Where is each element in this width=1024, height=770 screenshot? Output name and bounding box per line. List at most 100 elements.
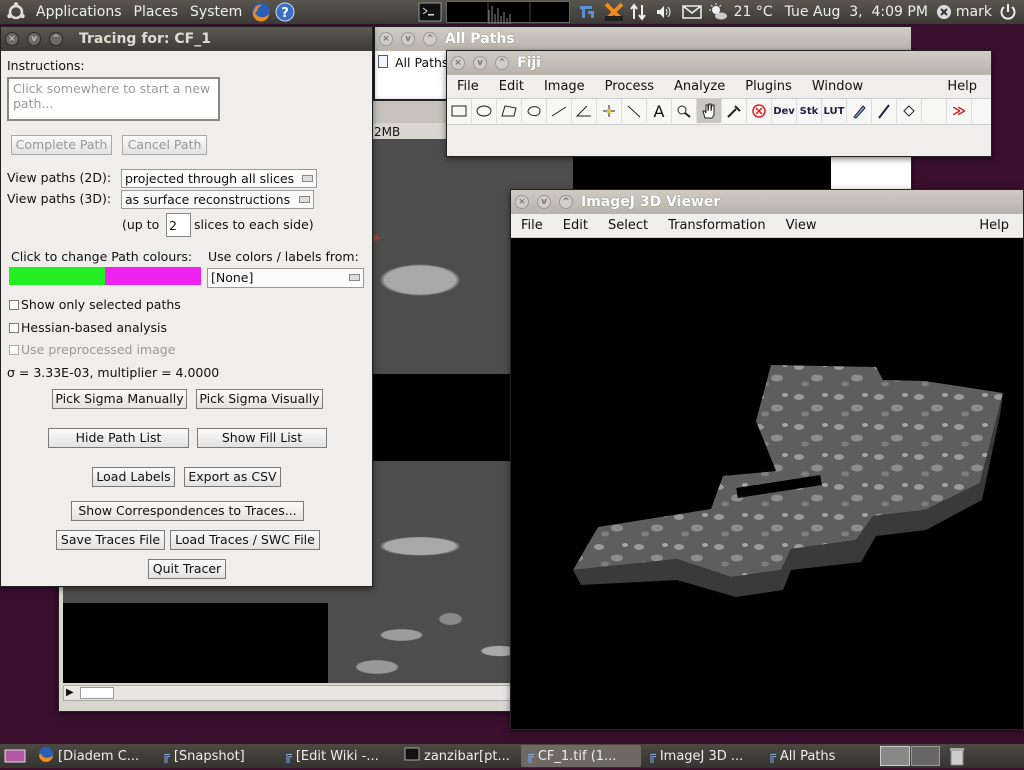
weather-partly-cloudy-icon[interactable] — [708, 2, 728, 22]
taskbar-item-cf1[interactable]: ╔ CF_1.tif (1... — [521, 745, 641, 767]
maximize-icon[interactable]: ^ — [423, 32, 437, 46]
view-2d-select[interactable]: projected through all slices — [121, 169, 317, 188]
minimize-icon[interactable]: v — [473, 56, 487, 70]
taskbar-item-edit-wiki[interactable]: ╔ [Edit Wiki -... — [279, 745, 397, 767]
hessian-checkbox[interactable]: Hessian-based analysis — [9, 320, 167, 335]
show-desktop-icon[interactable] — [4, 747, 28, 765]
use-colors-select[interactable]: [None] — [207, 268, 364, 288]
path-colour-swatch-2[interactable] — [105, 267, 201, 285]
stk-tool-icon[interactable]: Stk — [797, 99, 822, 123]
applications-menu[interactable]: Applications — [30, 4, 128, 20]
ubuntu-logo-icon[interactable] — [6, 2, 26, 22]
maximize-icon[interactable]: ^ — [49, 32, 63, 46]
help-icon[interactable]: ? — [274, 1, 296, 23]
volume-icon[interactable] — [654, 2, 674, 22]
magnifier-tool-icon[interactable] — [672, 99, 697, 123]
viewer-menu-select[interactable]: Select — [598, 218, 658, 233]
clock-label[interactable]: Tue Aug 3, 4:09 PM — [777, 4, 936, 20]
minimize-icon[interactable]: v — [401, 32, 415, 46]
minimize-icon[interactable]: v — [27, 32, 41, 46]
rectangle-tool-icon[interactable] — [447, 99, 472, 123]
viewer-menu-view[interactable]: View — [776, 218, 827, 233]
complete-path-button[interactable]: Complete Path — [11, 135, 112, 155]
quit-tracer-button[interactable]: Quit Tracer — [148, 559, 226, 579]
user-name-label[interactable]: mark — [956, 4, 998, 20]
play-icon[interactable]: ▶ — [66, 687, 74, 698]
all-paths-titlebar[interactable]: × v ^ All Paths — [375, 27, 911, 51]
fiji-menu-help[interactable]: Help — [937, 79, 987, 94]
viewer-menu-transformation[interactable]: Transformation — [658, 218, 776, 233]
polygon-tool-icon[interactable] — [497, 99, 522, 123]
close-icon[interactable]: × — [451, 56, 465, 70]
export-csv-button[interactable]: Export as CSV — [184, 467, 281, 487]
freehand-tool-icon[interactable] — [522, 99, 547, 123]
line-tool-icon[interactable] — [547, 99, 572, 123]
fiji-icon[interactable] — [576, 2, 598, 22]
checkbox-box[interactable] — [9, 344, 19, 355]
fiji-menu-window[interactable]: Window — [802, 79, 873, 94]
fiji-menu-file[interactable]: File — [447, 79, 489, 94]
fiji-menu-image[interactable]: Image — [534, 79, 595, 94]
cancel-x-icon[interactable] — [602, 1, 626, 23]
more-tools-icon[interactable]: ≫ — [947, 99, 972, 123]
taskbar-item-firefox[interactable]: [Diadem C... — [33, 745, 155, 767]
preprocessed-checkbox[interactable]: Use preprocessed image — [9, 342, 175, 357]
close-icon[interactable]: × — [515, 195, 529, 209]
wand-tool-icon[interactable] — [622, 99, 647, 123]
tree-root-item[interactable]: All Paths — [395, 55, 448, 70]
taskbar-item-all-paths[interactable]: ╔ All Paths — [763, 745, 873, 767]
hand-tool-icon[interactable] — [697, 99, 722, 123]
text-tool-icon[interactable]: A — [647, 99, 672, 123]
slice-scrollbar[interactable]: ▶ — [63, 685, 513, 701]
blank-tool-icon[interactable] — [922, 99, 947, 123]
brush-tool-icon[interactable] — [872, 99, 897, 123]
stop-tool-icon[interactable] — [747, 99, 772, 123]
close-icon[interactable]: × — [5, 32, 19, 46]
load-labels-button[interactable]: Load Labels — [92, 467, 175, 487]
viewer3d-canvas[interactable] — [511, 240, 1023, 729]
temperature-label[interactable]: 21 °C — [730, 4, 777, 20]
pick-sigma-visually-button[interactable]: Pick Sigma Visually — [196, 389, 323, 409]
checkbox-box[interactable] — [9, 322, 19, 333]
view-3d-select[interactable]: as surface reconstructions — [121, 190, 314, 209]
viewer3d-titlebar[interactable]: × v ^ ImageJ 3D Viewer — [511, 190, 1023, 214]
system-menu[interactable]: System — [184, 4, 248, 20]
fiji-titlebar[interactable]: × v ^ Fiji — [447, 51, 991, 75]
slices-input[interactable]: 2 — [166, 213, 191, 237]
fiji-menu-edit[interactable]: Edit — [489, 79, 534, 94]
show-selected-checkbox[interactable]: Show only selected paths — [9, 297, 181, 312]
show-correspondences-button[interactable]: Show Correspondences to Traces... — [71, 501, 304, 521]
places-menu[interactable]: Places — [128, 4, 185, 20]
lut-tool-icon[interactable]: LUT — [822, 99, 847, 123]
path-colour-swatch-1[interactable] — [9, 267, 105, 285]
pick-sigma-manually-button[interactable]: Pick Sigma Manually — [52, 389, 187, 409]
fiji-menu-plugins[interactable]: Plugins — [735, 79, 802, 94]
save-traces-button[interactable]: Save Traces File — [56, 530, 165, 550]
hide-path-list-button[interactable]: Hide Path List — [48, 428, 189, 448]
checkbox-box[interactable] — [9, 299, 19, 310]
mail-icon[interactable] — [681, 4, 702, 20]
maximize-icon[interactable]: ^ — [495, 56, 509, 70]
show-fill-list-button[interactable]: Show Fill List — [197, 428, 327, 448]
dev-tool-icon[interactable]: Dev — [772, 99, 797, 123]
firefox-icon[interactable] — [250, 1, 272, 23]
viewer-menu-file[interactable]: File — [511, 218, 553, 233]
taskbar-item-snapshot[interactable]: ╔ [Snapshot] — [157, 745, 277, 767]
fiji-menu-process[interactable]: Process — [595, 79, 664, 94]
user-status-icon[interactable] — [936, 4, 952, 20]
pencil-tool-icon[interactable] — [847, 99, 872, 123]
maximize-icon[interactable]: ^ — [559, 195, 573, 209]
close-icon[interactable]: × — [379, 32, 393, 46]
minimize-icon[interactable]: v — [537, 195, 551, 209]
viewer-menu-edit[interactable]: Edit — [553, 218, 598, 233]
taskbar-item-3d-viewer[interactable]: ╔ ImageJ 3D ... — [643, 745, 761, 767]
flood-fill-tool-icon[interactable] — [897, 99, 922, 123]
cancel-path-button[interactable]: Cancel Path — [122, 135, 207, 155]
workspace-switcher[interactable] — [880, 746, 940, 766]
terminal-icon[interactable] — [418, 2, 442, 22]
network-arrows-icon[interactable] — [628, 2, 648, 22]
power-icon[interactable] — [998, 2, 1018, 22]
trash-icon[interactable] — [948, 746, 968, 766]
tracer-titlebar[interactable]: × v ^ Tracing for: CF_1 — [1, 27, 372, 51]
viewer-menu-help[interactable]: Help — [969, 218, 1019, 233]
